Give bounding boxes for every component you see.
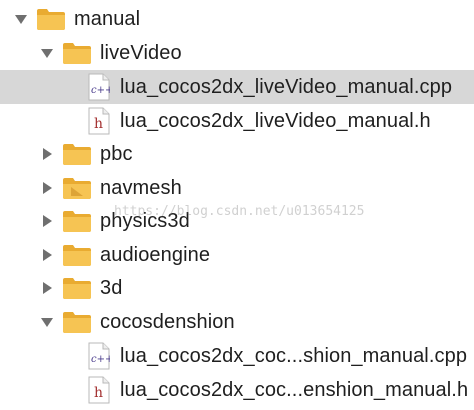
- folder-label-navmesh: navmesh: [100, 176, 182, 199]
- tree-row-cocosdenshion[interactable]: cocosdenshion: [0, 305, 474, 339]
- folder-icon: [36, 7, 66, 31]
- tree-row-livevideo-cpp[interactable]: c++ lua_cocos2dx_liveVideo_manual.cpp: [0, 70, 474, 104]
- folder-label-livevideo: liveVideo: [100, 41, 182, 64]
- header-file-icon: h: [88, 107, 110, 135]
- file-label-cocosdenshion-h: lua_cocos2dx_coc...enshion_manual.h: [120, 378, 469, 401]
- folder-icon: [62, 176, 92, 200]
- folder-label-cocosdenshion: cocosdenshion: [100, 310, 235, 333]
- triangle-right-icon[interactable]: [40, 214, 54, 228]
- triangle-down-icon[interactable]: [40, 46, 54, 60]
- svg-text:h: h: [94, 385, 103, 401]
- folder-label-audioengine: audioengine: [100, 243, 211, 266]
- cpp-file-icon: c++: [88, 73, 110, 101]
- folder-label-manual: manual: [74, 7, 141, 30]
- tree-row-audioengine[interactable]: audioengine: [0, 238, 474, 272]
- folder-icon: [62, 142, 92, 166]
- folder-icon: [62, 209, 92, 233]
- tree-row-3d[interactable]: 3d: [0, 271, 474, 305]
- file-tree: manual liveVideo c++ lua_cocos2dx_liveVi…: [0, 0, 474, 410]
- folder-label-3d: 3d: [100, 276, 123, 299]
- tree-row-cocosdenshion-cpp[interactable]: c++ lua_cocos2dx_coc...shion_manual.cpp: [0, 339, 474, 373]
- tree-row-cocosdenshion-h[interactable]: h lua_cocos2dx_coc...enshion_manual.h: [0, 373, 474, 407]
- tree-row-livevideo-h[interactable]: h lua_cocos2dx_liveVideo_manual.h: [0, 104, 474, 138]
- svg-text:c++: c++: [91, 85, 110, 96]
- tree-row-pbc[interactable]: pbc: [0, 137, 474, 171]
- svg-text:c++: c++: [91, 354, 110, 365]
- watermark-text: https://blog.csdn.net/u013654125: [114, 204, 365, 219]
- triangle-right-icon[interactable]: [40, 181, 54, 195]
- folder-icon: [62, 310, 92, 334]
- triangle-right-icon[interactable]: [40, 281, 54, 295]
- file-label-cocosdenshion-cpp: lua_cocos2dx_coc...shion_manual.cpp: [120, 344, 468, 367]
- triangle-right-icon[interactable]: [40, 147, 54, 161]
- file-label-livevideo-h: lua_cocos2dx_liveVideo_manual.h: [120, 109, 431, 132]
- file-label-livevideo-cpp: lua_cocos2dx_liveVideo_manual.cpp: [120, 75, 453, 98]
- triangle-down-icon[interactable]: [40, 315, 54, 329]
- triangle-down-icon[interactable]: [14, 12, 28, 26]
- header-file-icon: h: [88, 376, 110, 404]
- triangle-right-icon[interactable]: [40, 248, 54, 262]
- folder-label-pbc: pbc: [100, 142, 133, 165]
- folder-icon: [62, 276, 92, 300]
- tree-row-navmesh[interactable]: navmesh: [0, 171, 474, 205]
- svg-text:h: h: [94, 116, 103, 132]
- tree-row-manual[interactable]: manual: [0, 2, 474, 36]
- folder-icon: [62, 243, 92, 267]
- tree-row-livevideo[interactable]: liveVideo: [0, 36, 474, 70]
- folder-icon: [62, 41, 92, 65]
- cpp-file-icon: c++: [88, 342, 110, 370]
